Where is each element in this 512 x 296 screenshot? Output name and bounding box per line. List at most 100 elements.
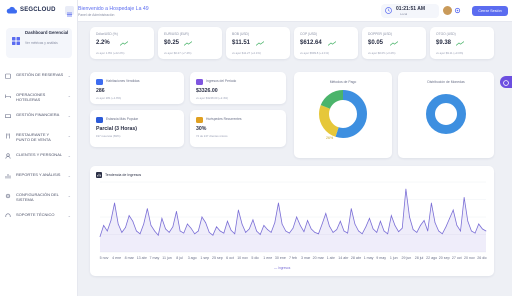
data-point[interactable] — [208, 232, 210, 233]
data-point[interactable] — [125, 227, 126, 228]
data-point[interactable] — [216, 226, 217, 228]
data-point[interactable] — [157, 234, 159, 236]
data-point[interactable] — [136, 230, 137, 232]
data-point[interactable] — [383, 230, 385, 232]
data-point[interactable] — [274, 222, 276, 223]
data-point[interactable] — [187, 223, 188, 225]
sidebar-item-reportes[interactable]: REPORTES Y ANÁLISIS ⌄ — [5, 172, 73, 179]
data-point[interactable] — [256, 230, 257, 232]
data-point[interactable] — [143, 223, 145, 225]
data-point[interactable] — [394, 225, 396, 226]
data-point[interactable] — [332, 232, 334, 233]
avatar[interactable] — [443, 6, 452, 15]
data-point[interactable] — [121, 232, 123, 233]
brand-logo[interactable]: SEGCLOUD — [6, 6, 56, 14]
data-point[interactable] — [161, 218, 163, 219]
data-point[interactable] — [482, 228, 483, 230]
data-point[interactable] — [372, 228, 374, 230]
data-point[interactable] — [452, 209, 454, 211]
donut-slice-0[interactable] — [426, 94, 466, 134]
data-point[interactable] — [292, 227, 294, 229]
sidebar-item-financiera[interactable]: GESTIÓN FINANCIERA ⌄ — [5, 112, 73, 119]
data-point[interactable] — [463, 197, 465, 198]
data-point[interactable] — [176, 211, 177, 212]
data-point[interactable] — [270, 232, 272, 233]
data-point[interactable] — [197, 230, 199, 232]
data-point[interactable] — [296, 216, 297, 218]
data-point[interactable] — [299, 225, 301, 226]
chart-legend[interactable]: — Ingresos — [274, 266, 290, 270]
data-point[interactable] — [456, 225, 458, 226]
data-point[interactable] — [179, 230, 181, 232]
data-point[interactable] — [354, 223, 356, 225]
data-point[interactable] — [412, 229, 414, 230]
data-point[interactable] — [99, 236, 101, 237]
data-point[interactable] — [117, 223, 119, 225]
sidebar-item-reservas[interactable]: GESTIÓN DE RESERVAS ⌄ — [5, 72, 73, 79]
data-point[interactable] — [106, 230, 108, 232]
sidebar-item-restaurante[interactable]: RESTAURANTE Y PUNTO DE VENTA ⌄ — [5, 132, 73, 142]
data-point[interactable] — [441, 233, 443, 235]
sidebar-item-clientes[interactable]: CLIENTES Y PERSONAL ⌄ — [5, 152, 73, 159]
data-point[interactable] — [194, 233, 196, 235]
data-point[interactable] — [278, 202, 279, 204]
data-point[interactable] — [423, 220, 425, 221]
data-point[interactable] — [343, 230, 345, 232]
sidebar-item-operaciones[interactable]: OPERACIONES HOTELERAS ⌄ — [5, 92, 73, 102]
floating-chat-button[interactable] — [500, 76, 512, 88]
data-point[interactable] — [339, 220, 341, 222]
data-point[interactable] — [361, 233, 363, 235]
income-trend-chart[interactable]: 5 nov 4 ene 8 mar 13 abr 7 may 11 jun 8 jul 3 a… — [90, 166, 494, 276]
data-point[interactable] — [241, 223, 243, 225]
data-point[interactable] — [434, 222, 436, 223]
data-point[interactable] — [103, 225, 104, 226]
data-point[interactable] — [212, 234, 214, 236]
data-point[interactable] — [238, 209, 239, 211]
data-point[interactable] — [350, 208, 352, 209]
data-point[interactable] — [132, 220, 134, 222]
data-point[interactable] — [245, 232, 247, 233]
data-point[interactable] — [438, 230, 440, 232]
data-point[interactable] — [398, 231, 399, 233]
sidebar-item-soporte[interactable]: SOPORTE TÉCNICO ⌄ — [5, 212, 73, 219]
data-point[interactable] — [172, 226, 174, 228]
data-point[interactable] — [467, 220, 469, 222]
data-point[interactable] — [190, 227, 192, 229]
data-point[interactable] — [110, 220, 112, 221]
data-point[interactable] — [303, 231, 305, 233]
data-point[interactable] — [405, 188, 407, 190]
data-point[interactable] — [139, 233, 141, 235]
data-point[interactable] — [183, 232, 185, 234]
data-point[interactable] — [281, 223, 283, 225]
data-point[interactable] — [227, 220, 228, 222]
data-point[interactable] — [154, 230, 155, 232]
data-point[interactable] — [380, 220, 381, 222]
data-point[interactable] — [205, 222, 206, 223]
data-point[interactable] — [248, 228, 250, 230]
data-point[interactable] — [285, 230, 287, 232]
data-point[interactable] — [263, 225, 265, 226]
data-point[interactable] — [310, 228, 312, 230]
data-point[interactable] — [219, 230, 221, 232]
data-point[interactable] — [168, 232, 170, 233]
data-point[interactable] — [307, 220, 308, 221]
data-point[interactable] — [445, 226, 447, 228]
data-point[interactable] — [252, 219, 254, 221]
currency-donut-chart[interactable] — [426, 94, 466, 134]
data-point[interactable] — [259, 234, 261, 235]
data-point[interactable] — [471, 230, 472, 232]
data-point[interactable] — [449, 218, 450, 219]
data-point[interactable] — [416, 232, 418, 233]
data-point[interactable] — [321, 223, 323, 225]
data-point[interactable] — [474, 232, 476, 234]
data-point[interactable] — [325, 213, 327, 214]
data-point[interactable] — [318, 233, 319, 235]
data-point[interactable] — [431, 202, 432, 204]
gear-icon[interactable] — [454, 7, 461, 14]
data-point[interactable] — [347, 232, 348, 234]
data-point[interactable] — [128, 215, 130, 216]
data-point[interactable] — [460, 230, 461, 232]
data-point[interactable] — [201, 216, 203, 218]
data-point[interactable] — [365, 226, 367, 228]
data-point[interactable] — [267, 229, 268, 230]
